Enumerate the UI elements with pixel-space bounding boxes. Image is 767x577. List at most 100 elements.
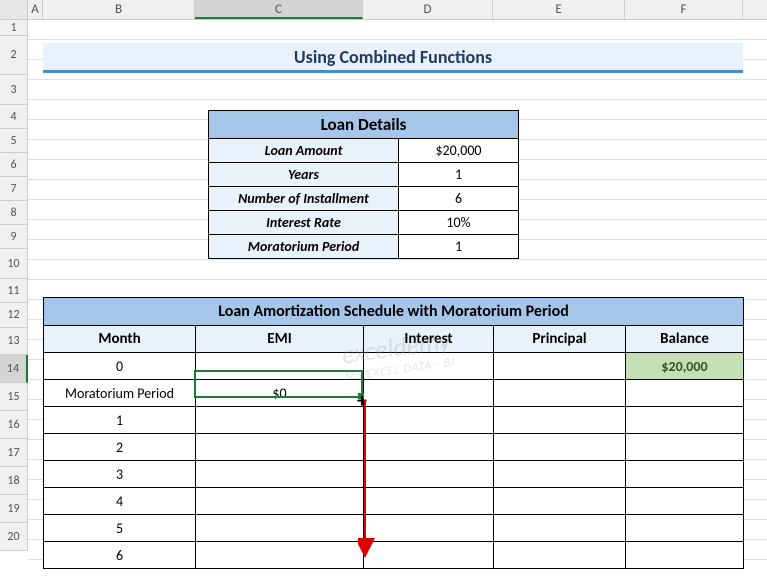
cell-interest[interactable] [364, 353, 494, 380]
cell-interest[interactable] [364, 488, 494, 515]
loan-value[interactable]: 6 [399, 187, 519, 211]
table-row: 5 [44, 515, 744, 542]
cell-principal[interactable] [494, 434, 626, 461]
table-row: 4 [44, 488, 744, 515]
loan-row: Moratorium Period1 [209, 235, 519, 259]
row-header-13[interactable]: 13 [0, 328, 28, 355]
cell-balance[interactable] [626, 380, 744, 407]
row-header-2[interactable]: 2 [0, 36, 28, 75]
amort-header-principal: Principal [494, 326, 626, 353]
table-row: 0 $20,000 [44, 353, 744, 380]
col-header-f[interactable]: F [625, 0, 743, 19]
cell-emi[interactable] [196, 488, 364, 515]
row-header-19[interactable]: 19 [0, 495, 28, 523]
table-row: 2 [44, 434, 744, 461]
cell-interest[interactable] [364, 461, 494, 488]
amort-title: Loan Amortization Schedule with Moratori… [44, 298, 744, 326]
cell-emi[interactable] [196, 434, 364, 461]
row-header-8[interactable]: 8 [0, 201, 28, 225]
amort-header-interest: Interest [364, 326, 494, 353]
grid-area[interactable]: Using Combined Functions Loan Details Lo… [28, 20, 767, 577]
cell-principal[interactable] [494, 380, 626, 407]
loan-label: Moratorium Period [209, 235, 399, 259]
loan-label: Interest Rate [209, 211, 399, 235]
row-header-20[interactable]: 20 [0, 523, 28, 551]
loan-value[interactable]: 1 [399, 163, 519, 187]
cell-interest[interactable] [364, 380, 494, 407]
cell-balance[interactable] [626, 542, 744, 569]
col-header-c[interactable]: C [195, 0, 363, 19]
loan-value[interactable]: 10% [399, 211, 519, 235]
cell-interest[interactable] [364, 434, 494, 461]
cell-month[interactable]: 0 [44, 353, 196, 380]
cell-balance[interactable] [626, 434, 744, 461]
cell-principal[interactable] [494, 353, 626, 380]
amort-header-balance: Balance [626, 326, 744, 353]
spreadsheet: A B C D E F 1234567891011121314151617181… [0, 0, 767, 577]
col-header-a[interactable]: A [28, 0, 43, 19]
col-header-d[interactable]: D [363, 0, 493, 19]
cell-principal[interactable] [494, 461, 626, 488]
row-header-18[interactable]: 18 [0, 467, 28, 495]
cell-interest[interactable] [364, 515, 494, 542]
cell-principal[interactable] [494, 488, 626, 515]
cell-month[interactable]: 6 [44, 542, 196, 569]
row-header-16[interactable]: 16 [0, 411, 28, 439]
cell-month[interactable]: 4 [44, 488, 196, 515]
cell-emi[interactable] [196, 353, 364, 380]
page-title: Using Combined Functions [43, 43, 743, 73]
cell-balance[interactable]: $20,000 [626, 353, 744, 380]
cell-emi[interactable] [196, 461, 364, 488]
cell-month[interactable]: 2 [44, 434, 196, 461]
cell-balance[interactable] [626, 488, 744, 515]
cell-month[interactable]: 3 [44, 461, 196, 488]
cell-interest[interactable] [364, 542, 494, 569]
amort-header-emi: EMI [196, 326, 364, 353]
cell-balance[interactable] [626, 515, 744, 542]
cell-emi[interactable] [196, 515, 364, 542]
cell-principal[interactable] [494, 515, 626, 542]
row-header-11[interactable]: 11 [0, 279, 28, 303]
select-all-corner[interactable] [0, 0, 28, 19]
cell-month[interactable]: 1 [44, 407, 196, 434]
row-header-10[interactable]: 10 [0, 249, 28, 279]
row-header-12[interactable]: 12 [0, 303, 28, 328]
row-header-15[interactable]: 15 [0, 383, 28, 411]
amortization-table: Loan Amortization Schedule with Moratori… [43, 297, 744, 569]
cell-interest[interactable] [364, 407, 494, 434]
row-header-14[interactable]: 14 [0, 355, 28, 383]
cell-balance[interactable] [626, 461, 744, 488]
row-header-4[interactable]: 4 [0, 105, 28, 129]
row-header-7[interactable]: 7 [0, 177, 28, 201]
cell-emi[interactable] [196, 407, 364, 434]
row-headers: 1234567891011121314151617181920 [0, 20, 28, 551]
row-header-1[interactable]: 1 [0, 20, 28, 36]
col-header-e[interactable]: E [493, 0, 625, 19]
table-row: 3 [44, 461, 744, 488]
col-header-b[interactable]: B [43, 0, 195, 19]
loan-label: Loan Amount [209, 139, 399, 163]
cell-principal[interactable] [494, 542, 626, 569]
cell-month[interactable]: 5 [44, 515, 196, 542]
table-row: 1 [44, 407, 744, 434]
loan-value[interactable]: 1 [399, 235, 519, 259]
loan-label: Years [209, 163, 399, 187]
row-header-17[interactable]: 17 [0, 439, 28, 467]
loan-label: Number of Installment [209, 187, 399, 211]
cell-principal[interactable] [494, 407, 626, 434]
loan-row: Loan Amount$20,000 [209, 139, 519, 163]
loan-row: Interest Rate10% [209, 211, 519, 235]
table-row: 6 [44, 542, 744, 569]
row-header-6[interactable]: 6 [0, 153, 28, 177]
cell-emi[interactable]: $0 [196, 380, 364, 407]
cell-emi[interactable] [196, 542, 364, 569]
cell-balance[interactable] [626, 407, 744, 434]
row-header-5[interactable]: 5 [0, 129, 28, 153]
row-header-3[interactable]: 3 [0, 75, 28, 105]
loan-value[interactable]: $20,000 [399, 139, 519, 163]
table-row: Moratorium Period$0 [44, 380, 744, 407]
row-header-9[interactable]: 9 [0, 225, 28, 249]
column-headers: A B C D E F [0, 0, 767, 20]
loan-row: Number of Installment6 [209, 187, 519, 211]
cell-month[interactable]: Moratorium Period [44, 380, 196, 407]
